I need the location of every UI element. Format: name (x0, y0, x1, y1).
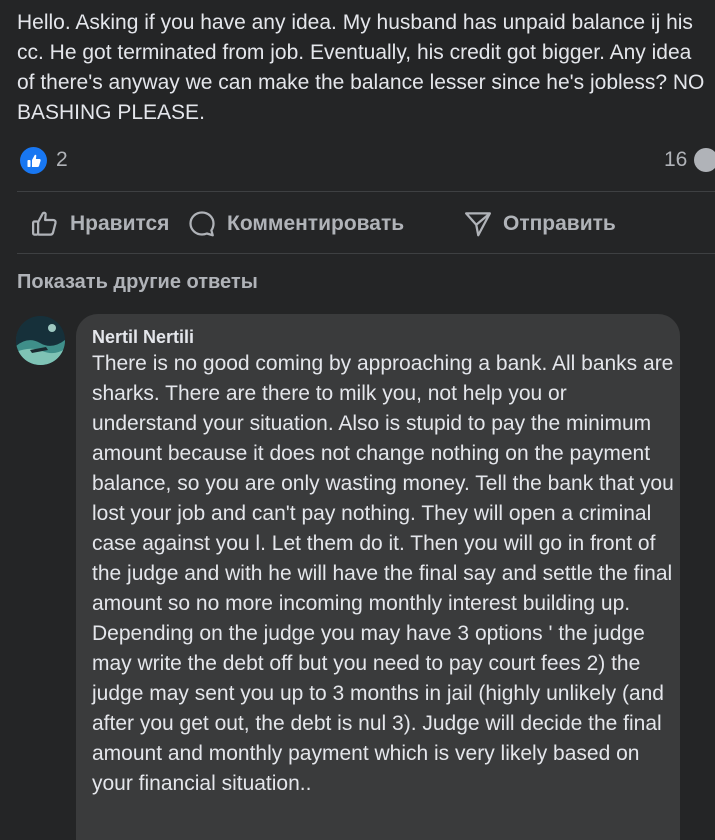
comment-button[interactable]: Комментировать (187, 196, 404, 252)
comment-count[interactable]: 16 (664, 148, 687, 172)
send-arrow-icon (465, 212, 491, 237)
divider-bottom (17, 253, 715, 254)
post-actions: Нравится Комментировать Отправить (0, 196, 715, 252)
post-text: Hello. Asking if you have any idea. My h… (17, 11, 705, 124)
comment-bubble: Nertil Nertili There is no good coming b… (76, 314, 680, 840)
like-reaction-badge[interactable] (20, 147, 47, 174)
share-button[interactable]: Отправить (463, 196, 616, 252)
like-button[interactable]: Нравится (30, 196, 169, 252)
comment-count-icon (694, 148, 715, 172)
avatar[interactable] (16, 316, 65, 365)
show-more-replies-link[interactable]: Показать другие ответы (17, 271, 258, 294)
like-button-label: Нравится (70, 212, 170, 235)
share-button-label: Отправить (503, 212, 616, 235)
comment-text: There is no good coming by approaching a… (92, 352, 674, 795)
divider-top (17, 191, 715, 192)
thumbs-up-outline-icon (32, 211, 57, 236)
speech-bubble-icon (189, 211, 215, 237)
thumbs-up-icon (27, 154, 41, 167)
like-count[interactable]: 2 (56, 148, 68, 172)
reactions-summary: 2 16 (0, 143, 715, 177)
avatar-image (16, 316, 65, 365)
comment-author-name[interactable]: Nertil Nertili (92, 327, 194, 348)
comment-button-label: Комментировать (227, 212, 405, 235)
